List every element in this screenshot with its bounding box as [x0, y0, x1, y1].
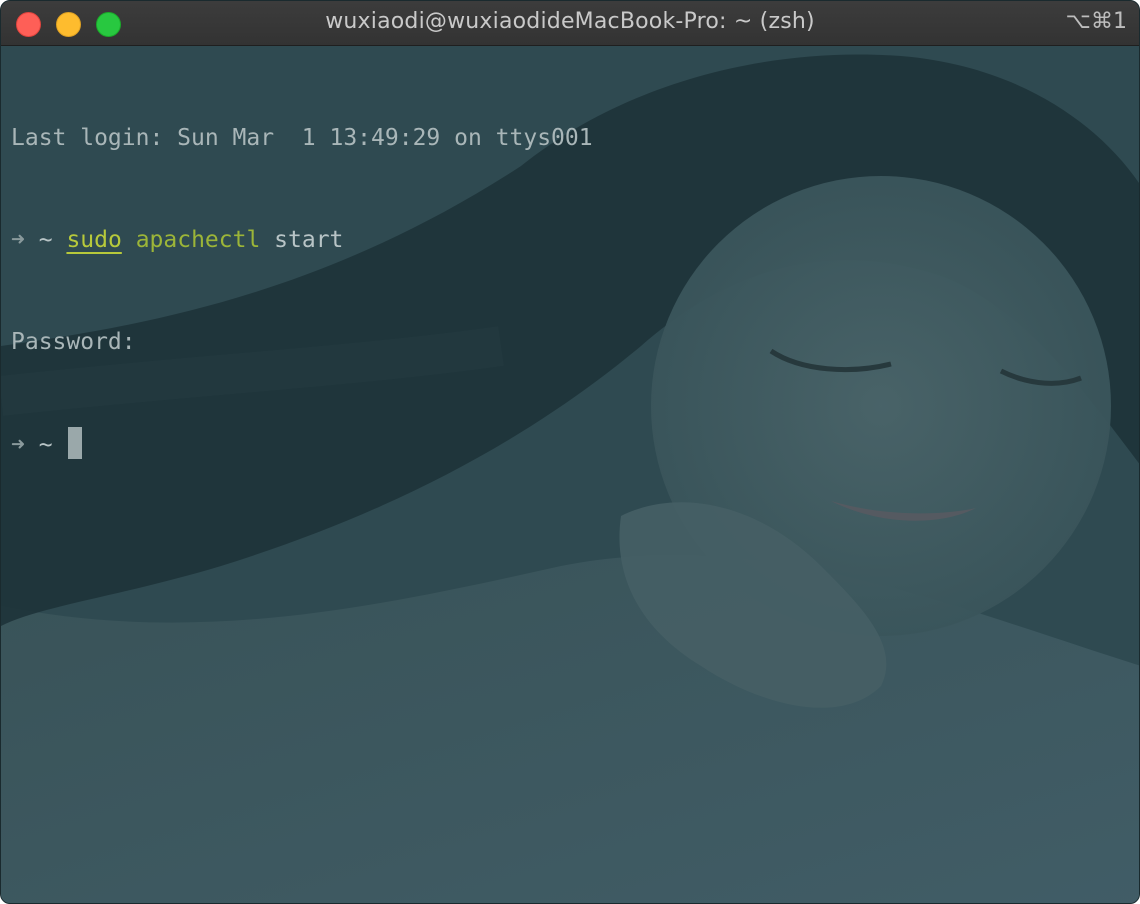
- active-prompt-line[interactable]: ➜ ~: [11, 427, 593, 461]
- command-argument: start: [274, 227, 344, 253]
- text-cursor[interactable]: [68, 427, 83, 459]
- terminal-output[interactable]: Last login: Sun Mar 1 13:49:29 on ttys00…: [11, 53, 593, 529]
- prompt-directory: ~: [38, 432, 53, 458]
- prompt-directory: ~: [38, 227, 53, 253]
- command-line: ➜ ~ sudo apachectl start: [11, 223, 593, 257]
- terminal-window: wuxiaodi@wuxiaodideMacBook-Pro: ~ (zsh) …: [0, 0, 1140, 904]
- last-login-text: Last login: Sun Mar 1 13:49:29 on ttys00…: [11, 125, 593, 151]
- last-login-line: Last login: Sun Mar 1 13:49:29 on ttys00…: [11, 121, 593, 155]
- window-title: wuxiaodi@wuxiaodideMacBook-Pro: ~ (zsh): [325, 9, 815, 34]
- window-shortcut: ⌥⌘1: [1065, 9, 1127, 34]
- title-bar[interactable]: wuxiaodi@wuxiaodideMacBook-Pro: ~ (zsh) …: [1, 1, 1139, 46]
- password-line: Password:: [11, 325, 593, 359]
- prompt-arrow-icon: ➜: [11, 432, 25, 458]
- command-sudo: sudo: [66, 227, 122, 253]
- command-apachectl: apachectl: [135, 227, 261, 253]
- prompt-arrow-icon: ➜: [11, 227, 25, 253]
- password-prompt: Password:: [11, 329, 136, 355]
